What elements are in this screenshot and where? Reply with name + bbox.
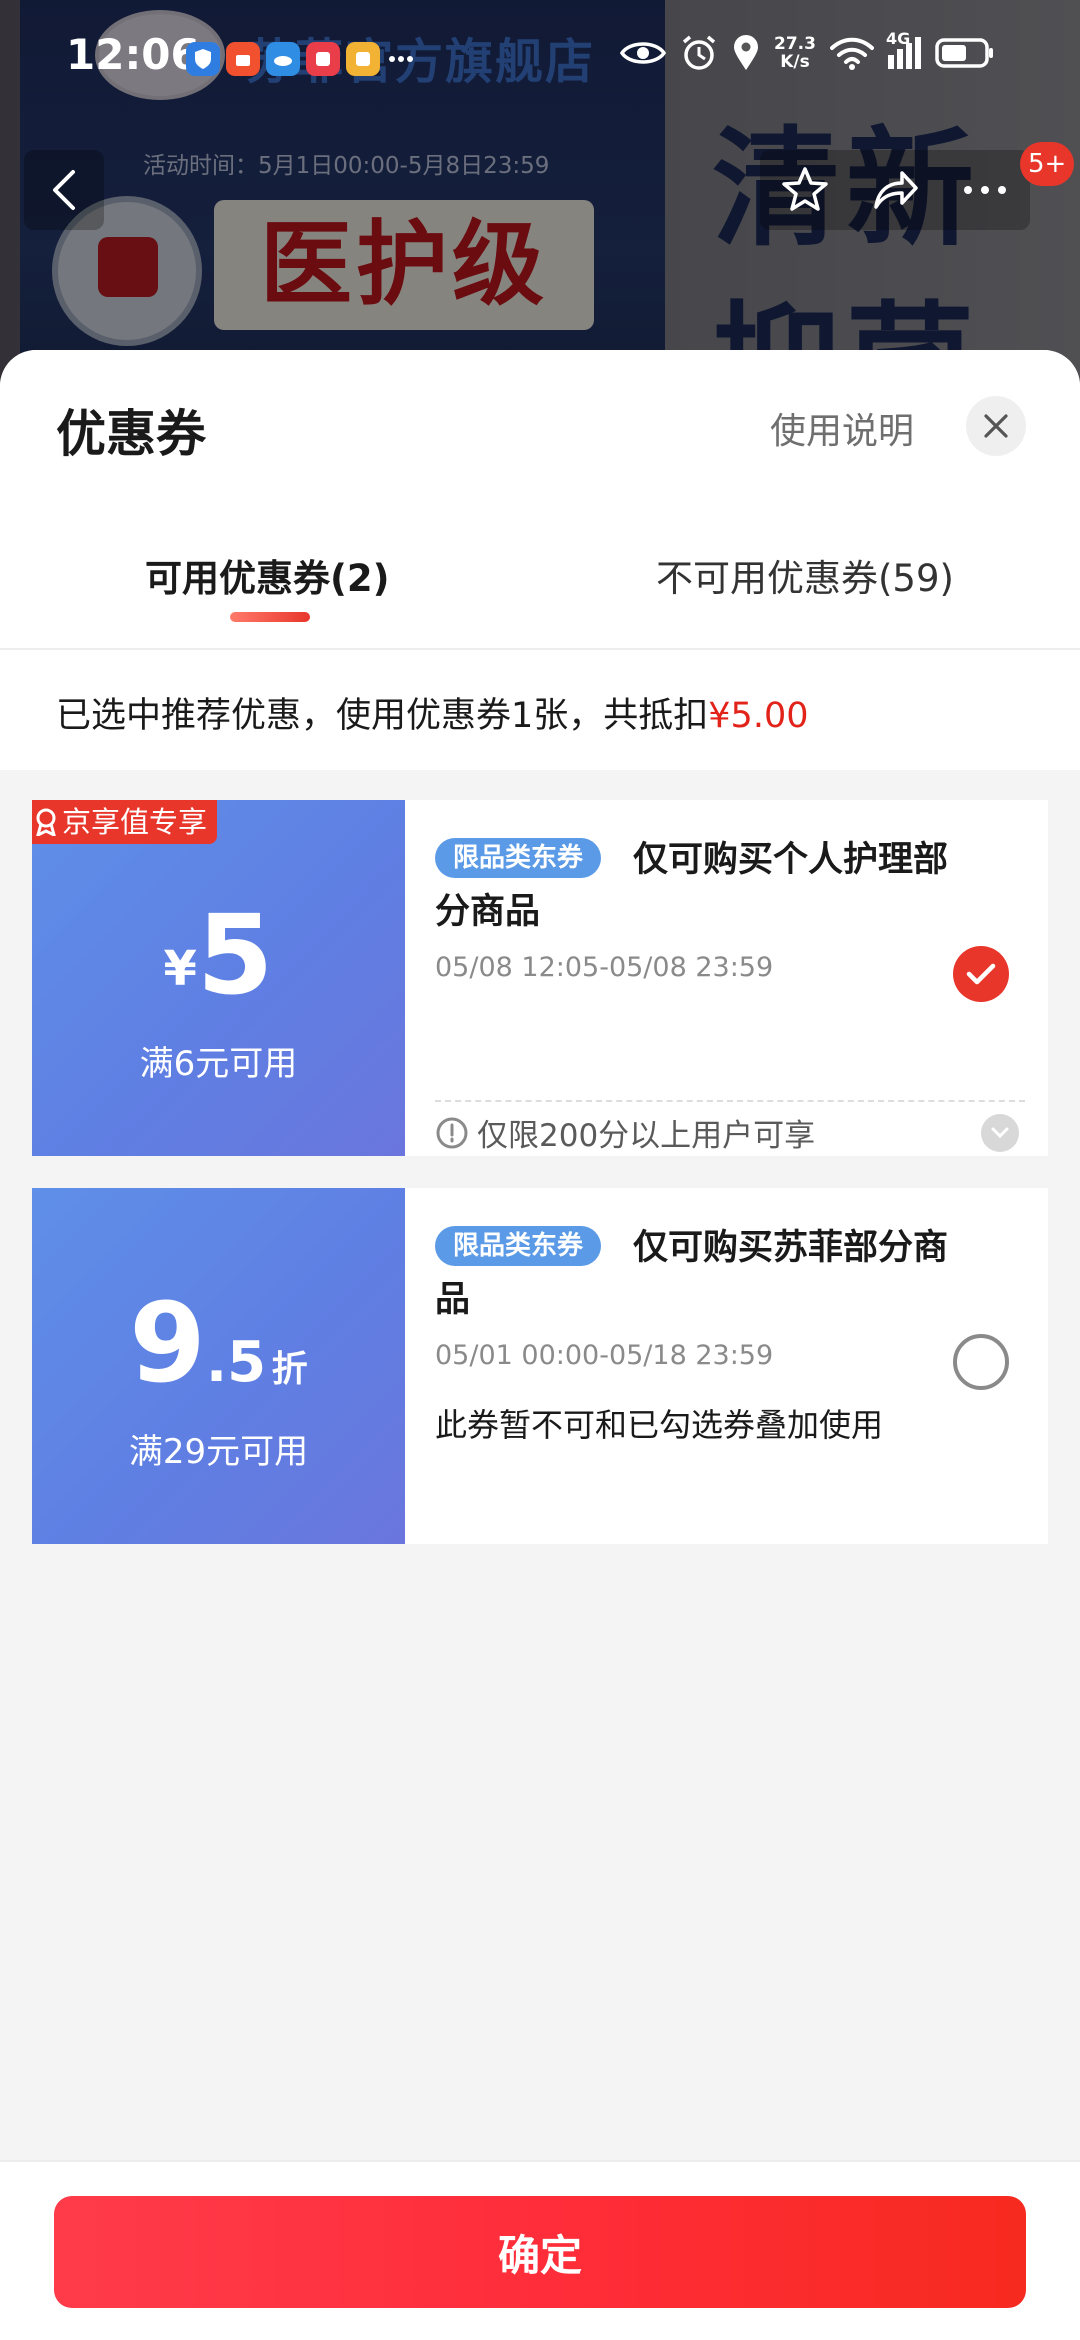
stacking-note: 此券暂不可和已勾选券叠加使用 xyxy=(435,1406,884,1444)
coupon-condition: 满29元可用 xyxy=(128,1432,309,1472)
coupon-type-tag: 限品类东券 xyxy=(435,838,602,878)
star-icon[interactable] xyxy=(780,165,830,215)
sheet-header: 优惠券 使用说明 可用优惠券(2) 不可用优惠券(59) 已选中推荐优惠，使用优… xyxy=(0,350,1080,770)
share-icon[interactable] xyxy=(870,165,920,215)
notification-icons xyxy=(186,42,416,76)
back-button[interactable] xyxy=(24,150,104,230)
chevron-down-icon xyxy=(991,1127,1009,1139)
amount-value: 9 xyxy=(129,1279,206,1407)
summary-text: 已选中推荐优惠，使用优惠券1张，共抵扣 xyxy=(56,696,709,736)
network-speed-unit: K/s xyxy=(780,52,810,72)
limit-note-text: 仅限200分以上用户可享 xyxy=(477,1118,816,1154)
note-app-icon xyxy=(346,42,380,76)
shopping-app-icon xyxy=(226,42,260,76)
coupon-amount: 9.5 折 xyxy=(32,1288,405,1398)
exclusive-tag: 京享值专享 xyxy=(32,800,218,844)
tab-available-coupons[interactable]: 可用优惠券(2) xyxy=(145,548,390,602)
divider xyxy=(0,648,1080,650)
location-icon xyxy=(734,35,758,70)
sheet-title: 优惠券 xyxy=(56,405,206,463)
wifi-icon xyxy=(829,37,874,70)
info-badge-icon xyxy=(436,1117,468,1148)
network-speed: 27.3 K/s xyxy=(774,35,816,71)
cellular-signal-icon: 4G xyxy=(886,29,921,69)
status-indicators: 27.3 K/s 4G xyxy=(620,29,995,72)
dashed-divider xyxy=(435,1100,1025,1102)
award-icon xyxy=(36,808,56,836)
user-limit-note: 仅限200分以上用户可享 xyxy=(435,1110,815,1155)
top-actions xyxy=(760,150,1030,230)
status-time: 12:06 xyxy=(66,30,200,79)
tab-unavailable-coupons[interactable]: 不可用优惠券(59) xyxy=(656,548,954,602)
amount-value: 5 xyxy=(196,891,274,1019)
cart-count-badge: 5+ xyxy=(1020,142,1075,186)
summary-amount: ¥5.00 xyxy=(708,696,809,736)
weather-app-icon xyxy=(266,42,300,76)
status-bar: 12:06 27.3 K/s 4G xyxy=(0,0,1080,110)
active-tab-indicator xyxy=(230,612,310,622)
coupon-value-panel: ¥5 满6元可用 xyxy=(32,800,405,1156)
amount-unit: 折 xyxy=(271,1349,308,1390)
coupon-details: 仅可购买苏菲部分商品 限品类东券 05/01 00:00-05/18 23:59… xyxy=(405,1188,1048,1544)
coupon-condition: 满6元可用 xyxy=(139,1044,298,1084)
coupon-amount: ¥5 xyxy=(32,900,405,1010)
bottom-bar: 确定 xyxy=(0,2160,1080,2340)
selected-checkbox[interactable] xyxy=(953,946,1009,1002)
battery-icon xyxy=(935,38,993,68)
video-app-icon xyxy=(306,42,340,76)
discount-summary: 已选中推荐优惠，使用优惠券1张，共抵扣¥5.00 xyxy=(56,687,808,738)
coupon-sheet: 优惠券 使用说明 可用优惠券(2) 不可用优惠券(59) 已选中推荐优惠，使用优… xyxy=(0,350,1080,2340)
amount-decimal: .5 xyxy=(205,1330,267,1395)
chevron-left-icon xyxy=(53,170,75,210)
coupon-type-tag: 限品类东券 xyxy=(435,1226,602,1266)
more-icon[interactable] xyxy=(960,180,1010,200)
close-icon xyxy=(984,414,1008,438)
usage-instructions-link[interactable]: 使用说明 xyxy=(770,402,914,454)
currency-symbol: ¥ xyxy=(163,941,197,997)
coupon-validity: 05/08 12:05-05/08 23:59 xyxy=(435,952,774,983)
coupon-value-panel: 9.5 折 满29元可用 xyxy=(32,1188,405,1544)
shield-app-icon xyxy=(186,42,220,76)
coupon-details: 仅可购买个人护理部分商品 限品类东券 05/08 12:05-05/08 23:… xyxy=(405,800,1048,1156)
expand-button[interactable] xyxy=(981,1114,1019,1152)
coupon-card[interactable]: 9.5 折 满29元可用 仅可购买苏菲部分商品 限品类东券 05/01 00:0… xyxy=(32,1188,1048,1544)
network-type: 4G xyxy=(885,29,911,48)
confirm-button[interactable]: 确定 xyxy=(54,2196,1026,2308)
eye-icon xyxy=(620,42,666,64)
coupon-validity: 05/01 00:00-05/18 23:59 xyxy=(435,1340,774,1371)
alarm-icon xyxy=(682,35,716,70)
network-speed-value: 27.3 xyxy=(774,34,816,54)
more-notifications-icon xyxy=(386,42,416,76)
coupon-card[interactable]: ¥5 满6元可用 京享值专享 仅可购买个人护理部分商品 限品类东券 05/08 … xyxy=(32,800,1048,1156)
unselected-checkbox[interactable] xyxy=(953,1334,1009,1390)
close-button[interactable] xyxy=(966,396,1026,456)
checkmark-icon xyxy=(966,963,996,985)
exclusive-tag-label: 京享值专享 xyxy=(62,805,208,839)
